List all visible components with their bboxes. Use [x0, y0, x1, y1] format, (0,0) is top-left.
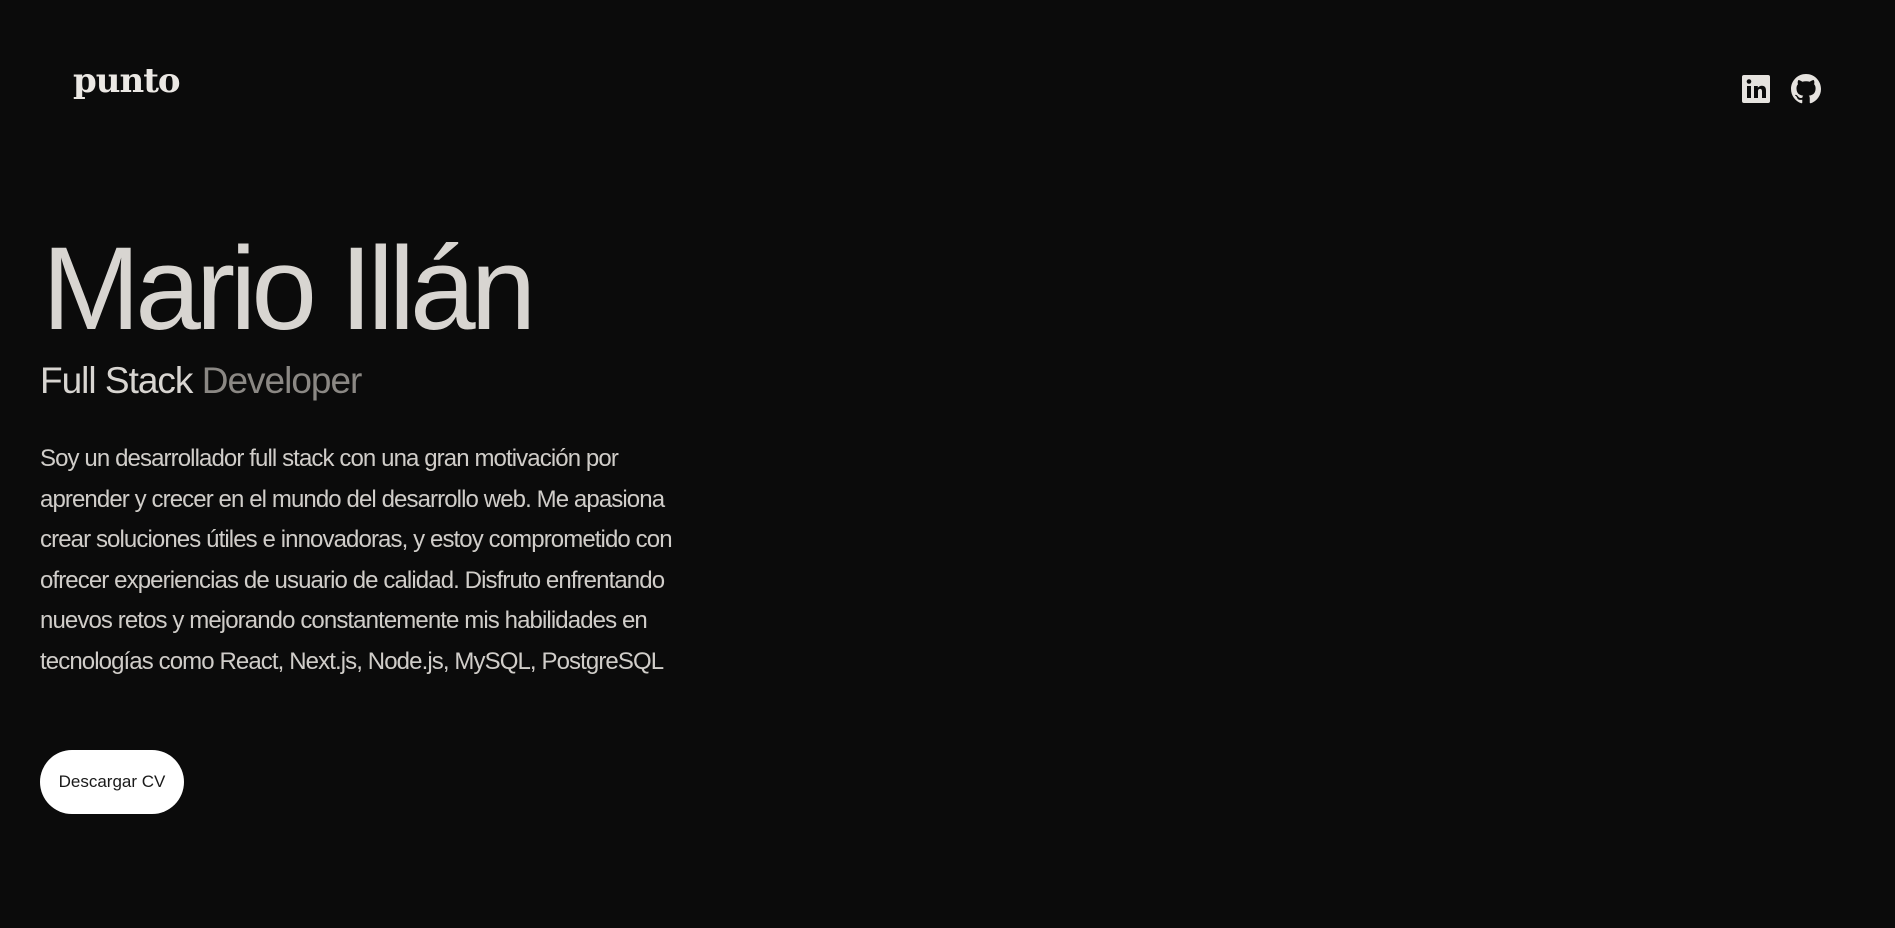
social-links: [1741, 74, 1821, 104]
hero-role: Full Stack Developer: [40, 362, 760, 399]
github-link[interactable]: [1791, 74, 1821, 104]
linkedin-link[interactable]: [1741, 74, 1771, 104]
role-secondary: Developer: [201, 360, 363, 401]
hero-bio: Soy un desarrollador full stack con una …: [40, 445, 673, 675]
site-logo[interactable]: punto: [73, 64, 181, 98]
hero-section: Mario Illán Full Stack Developer Soy un …: [40, 230, 760, 814]
role-primary: Full Stack: [40, 360, 193, 401]
github-icon: [1791, 74, 1821, 104]
hero-name: Mario Illán: [42, 223, 536, 355]
page: punto Mario Illán Full Stack Developer S…: [0, 0, 1895, 928]
linkedin-icon: [1742, 75, 1770, 103]
download-cv-button[interactable]: Descargar CV: [40, 750, 184, 814]
site-header: punto: [0, 0, 1895, 180]
